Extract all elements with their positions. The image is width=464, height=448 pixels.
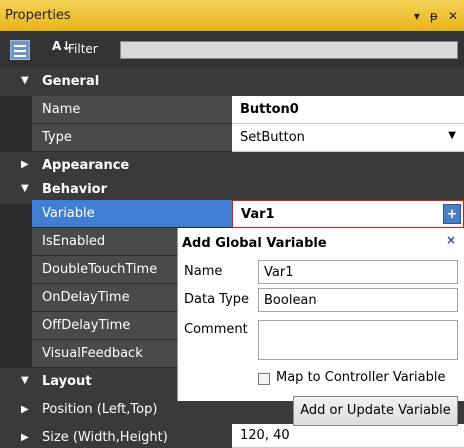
variable-input[interactable]: Var1 + [232, 200, 464, 228]
panel-title: Properties [5, 8, 71, 23]
size-value[interactable]: 120, 40 [232, 424, 464, 448]
pin-icon[interactable]: ᵽ [430, 9, 438, 23]
name-value[interactable]: Button0 [232, 96, 464, 124]
variable-name-input[interactable]: Var1 [258, 260, 458, 284]
filter-input[interactable] [120, 41, 458, 59]
map-to-controller-label: Map to Controller Variable [276, 370, 446, 385]
collapsed-arrow-icon: ▶ [21, 159, 29, 170]
data-type-label: Data Type [184, 292, 250, 307]
name-label: Name [184, 264, 223, 279]
property-row-size[interactable]: ▶ Size (Width,Height) 120, 40 [0, 424, 464, 448]
categorized-view-button[interactable] [10, 40, 30, 60]
collapsed-arrow-icon: ▶ [21, 404, 29, 415]
expanded-arrow-icon: ▼ [21, 183, 29, 194]
close-icon[interactable]: ✕ [448, 9, 458, 23]
add-or-update-variable-button[interactable]: Add or Update Variable [293, 396, 458, 426]
property-row-variable[interactable]: Variable Var1 + [0, 200, 464, 228]
dropdown-icon[interactable]: ▾ [414, 9, 420, 23]
type-select[interactable]: SetButton ▼ [232, 124, 464, 152]
collapsed-arrow-icon: ▶ [21, 432, 29, 443]
add-global-variable-popup: Add Global Variable × Name Var1 Data Typ… [177, 228, 464, 401]
comment-label: Comment [184, 322, 248, 337]
section-general[interactable]: ▼ General [0, 68, 464, 96]
expanded-arrow-icon: ▼ [21, 75, 29, 86]
property-row-type[interactable]: Type SetButton ▼ [0, 124, 464, 152]
filter-label: Filter [68, 42, 98, 56]
add-variable-button[interactable]: + [443, 204, 461, 224]
property-row-name[interactable]: Name Button0 [0, 96, 464, 124]
properties-toolbar: A↓ Filter [0, 31, 464, 68]
list-icon [14, 45, 26, 47]
expanded-arrow-icon: ▼ [21, 375, 29, 386]
close-icon[interactable]: × [446, 233, 456, 247]
map-to-controller-checkbox[interactable] [258, 373, 270, 385]
chevron-down-icon[interactable]: ▼ [448, 130, 456, 141]
comment-input[interactable] [258, 320, 458, 360]
data-type-input[interactable]: Boolean [258, 288, 458, 312]
properties-titlebar: Properties ▾ ᵽ ✕ [0, 0, 464, 31]
popup-title: Add Global Variable [182, 236, 327, 251]
